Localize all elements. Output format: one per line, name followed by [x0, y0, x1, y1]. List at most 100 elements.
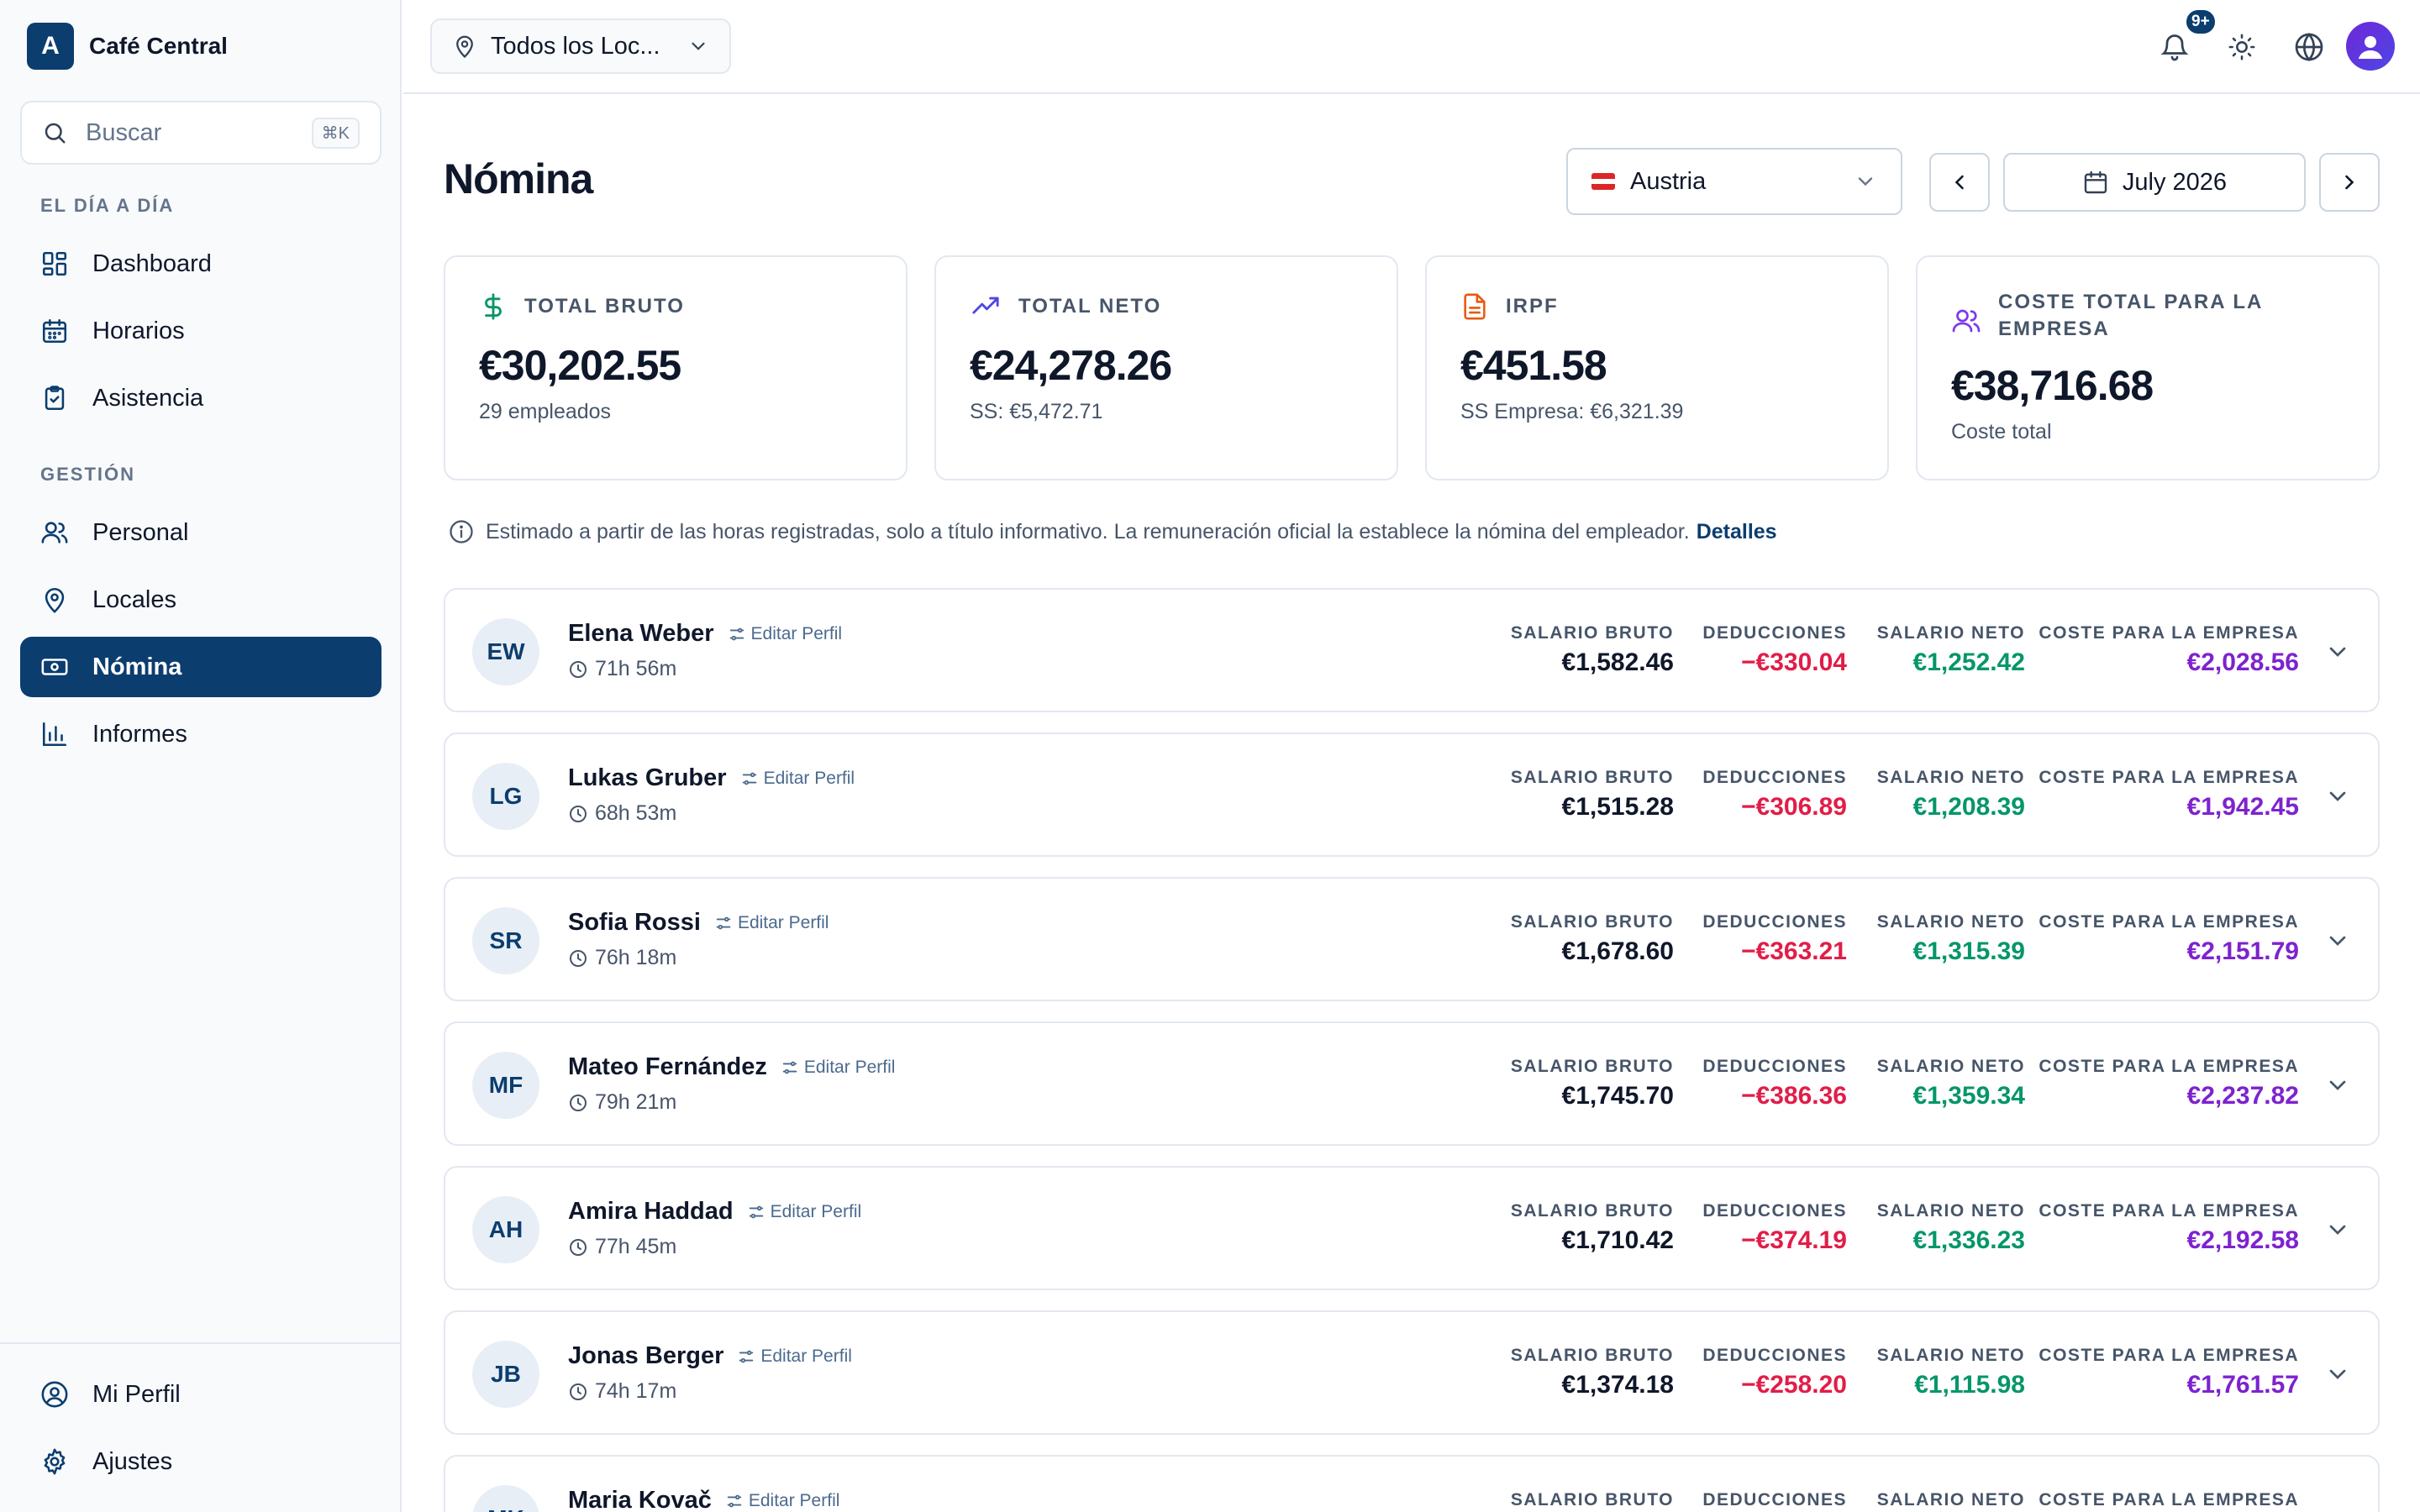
- brand[interactable]: A Café Central: [27, 23, 228, 70]
- stat-card-total-gross: TOTAL BRUTO €30,202.55 29 empleados: [444, 255, 908, 480]
- sliders-icon: [727, 1494, 742, 1507]
- edit-profile-link[interactable]: Editar Perfil: [728, 624, 842, 644]
- employer-cost-label: COSTE PARA LA EMPRESA: [2039, 1201, 2299, 1221]
- edit-profile-link[interactable]: Editar Perfil: [781, 1058, 895, 1078]
- employee-name-line: Sofia Rossi Editar Perfil: [568, 909, 829, 937]
- net-salary-label: SALARIO NETO: [1876, 768, 2025, 787]
- employee-avatar: AH: [472, 1196, 539, 1263]
- sidebar-item-label: Mi Perfil: [92, 1380, 181, 1408]
- edit-profile-link[interactable]: Editar Perfil: [740, 769, 855, 789]
- expand-row-button[interactable]: [2324, 1072, 2351, 1099]
- employer-cost-column: COSTE PARA LA EMPRESA €1,942.45: [2039, 768, 2299, 822]
- trending-up-icon: [972, 297, 999, 314]
- sliders-icon: [716, 916, 731, 929]
- user-circle-icon: [40, 1380, 69, 1409]
- clock-icon: [570, 1238, 587, 1256]
- calendar-icon: [40, 317, 69, 345]
- austria-flag-icon: [1591, 173, 1615, 190]
- employee-row[interactable]: SR Sofia Rossi Editar Perfil 76h 18m SAL…: [444, 877, 2380, 1001]
- chevron-down-icon: [2329, 1369, 2346, 1379]
- chevron-down-icon: [2329, 791, 2346, 801]
- expand-row-button[interactable]: [2324, 927, 2351, 954]
- employer-cost-column: COSTE PARA LA EMPRESA: [2039, 1490, 2299, 1512]
- employee-row[interactable]: MK Maria Kovač Editar Perfil SALARIO BRU…: [444, 1455, 2380, 1512]
- bar-chart-icon: [40, 720, 69, 748]
- stat-value: €24,278.26: [970, 342, 1172, 389]
- edit-profile-link[interactable]: Editar Perfil: [714, 913, 829, 933]
- edit-profile-link[interactable]: Editar Perfil: [747, 1202, 861, 1222]
- sidebar-item-label: Horarios: [92, 317, 185, 344]
- employee-name-line: Maria Kovač Editar Perfil: [568, 1487, 839, 1512]
- net-salary-column: SALARIO NETO €1,359.34: [1877, 1057, 2025, 1110]
- employer-cost-value: €2,237.82: [2186, 1082, 2299, 1110]
- expand-row-button[interactable]: [2324, 1505, 2351, 1512]
- edit-profile-link[interactable]: Editar Perfil: [737, 1347, 852, 1367]
- sidebar-item-informes[interactable]: Informes: [20, 704, 381, 764]
- expand-row-button[interactable]: [2324, 638, 2351, 665]
- theme-toggle-button[interactable]: [2220, 25, 2264, 69]
- employee-avatar: JB: [472, 1341, 539, 1408]
- employee-row[interactable]: MF Mateo Fernández Editar Perfil 79h 21m…: [444, 1021, 2380, 1146]
- month-picker-button[interactable]: July 2026: [2003, 153, 2306, 212]
- sliders-icon: [729, 627, 744, 640]
- previous-month-button[interactable]: [1929, 153, 1990, 212]
- edit-profile-link[interactable]: Editar Perfil: [725, 1491, 839, 1511]
- expand-row-button[interactable]: [2324, 1216, 2351, 1243]
- sidebar-item-label: Ajustes: [92, 1447, 173, 1475]
- stat-title: COSTE TOTAL PARA LA EMPRESA: [1998, 289, 2263, 343]
- employer-cost-label: COSTE PARA LA EMPRESA: [2039, 1057, 2299, 1076]
- employee-name-line: Mateo Fernández Editar Perfil: [568, 1053, 895, 1081]
- clock-icon: [570, 949, 587, 967]
- employee-row[interactable]: LG Lukas Gruber Editar Perfil 68h 53m SA…: [444, 732, 2380, 857]
- employee-hours-value: 71h 56m: [595, 657, 677, 680]
- employee-name-line: Jonas Berger Editar Perfil: [568, 1342, 852, 1370]
- stat-value: €30,202.55: [479, 342, 681, 389]
- net-salary-value: €1,208.39: [1912, 793, 2025, 821]
- gross-salary-label: SALARIO BRUTO: [1510, 623, 1674, 643]
- employee-row[interactable]: JB Jonas Berger Editar Perfil 74h 17m SA…: [444, 1310, 2380, 1435]
- search-shortcut: ⌘K: [311, 117, 360, 149]
- document-icon: [1464, 293, 1486, 320]
- employee-name-line: Amira Haddad Editar Perfil: [568, 1198, 861, 1226]
- sidebar-item-horarios[interactable]: Horarios: [20, 301, 381, 361]
- sidebar-item-personal[interactable]: Personal: [20, 502, 381, 563]
- clock-icon: [570, 1094, 587, 1111]
- sidebar-item-locales[interactable]: Locales: [20, 570, 381, 630]
- country-select-value: Austria: [1630, 167, 1707, 195]
- language-button[interactable]: [2287, 25, 2331, 69]
- brand-logo: A: [27, 23, 74, 70]
- expand-row-button[interactable]: [2324, 1361, 2351, 1388]
- location-select-value: Todos los Loc...: [491, 32, 660, 60]
- gross-salary-column: SALARIO BRUTO €1,710.42: [1511, 1201, 1674, 1255]
- employer-cost-label: COSTE PARA LA EMPRESA: [2039, 912, 2299, 932]
- deductions-label: DEDUCCIONES: [1702, 1346, 1847, 1365]
- employer-cost-value: €2,028.56: [2186, 648, 2299, 676]
- sidebar-item-ajustes[interactable]: Ajustes: [20, 1431, 381, 1492]
- search-box[interactable]: ⌘K: [20, 101, 381, 165]
- sidebar-item-mi-perfil[interactable]: Mi Perfil: [20, 1364, 381, 1425]
- stat-value: €38,716.68: [1951, 362, 2154, 409]
- employee-row[interactable]: EW Elena Weber Editar Perfil 71h 56m SAL…: [444, 588, 2380, 712]
- month-picker-value: July 2026: [2122, 168, 2228, 196]
- next-month-button[interactable]: [2319, 153, 2380, 212]
- section-label-daily: EL DÍA A DÍA: [40, 195, 175, 216]
- employer-cost-column: COSTE PARA LA EMPRESA €2,151.79: [2039, 912, 2299, 966]
- net-salary-column: SALARIO NETO €1,208.39: [1877, 768, 2025, 822]
- search-input[interactable]: [86, 118, 312, 147]
- users-icon: [40, 518, 69, 547]
- expand-row-button[interactable]: [2324, 783, 2351, 810]
- sidebar-item-asistencia[interactable]: Asistencia: [20, 368, 381, 428]
- user-avatar[interactable]: [2346, 22, 2395, 71]
- gross-salary-column: SALARIO BRUTO €1,374.18: [1511, 1346, 1674, 1399]
- section-label-management: GESTIÓN: [40, 464, 136, 485]
- stat-title: IRPF: [1506, 295, 1559, 318]
- location-select[interactable]: Todos los Loc...: [430, 18, 731, 74]
- country-select[interactable]: Austria: [1566, 148, 1902, 215]
- sidebar-item-nomina[interactable]: Nómina: [20, 637, 381, 697]
- net-salary-value: €1,359.34: [1912, 1082, 2025, 1110]
- stat-card-total-employer-cost: COSTE TOTAL PARA LA EMPRESA €38,716.68 C…: [1916, 255, 2380, 480]
- employee-row[interactable]: AH Amira Haddad Editar Perfil 77h 45m SA…: [444, 1166, 2380, 1290]
- deductions-column: DEDUCCIONES −€330.04: [1702, 623, 1847, 677]
- details-link[interactable]: Detalles: [1697, 520, 1777, 544]
- sidebar-item-dashboard[interactable]: Dashboard: [20, 234, 381, 294]
